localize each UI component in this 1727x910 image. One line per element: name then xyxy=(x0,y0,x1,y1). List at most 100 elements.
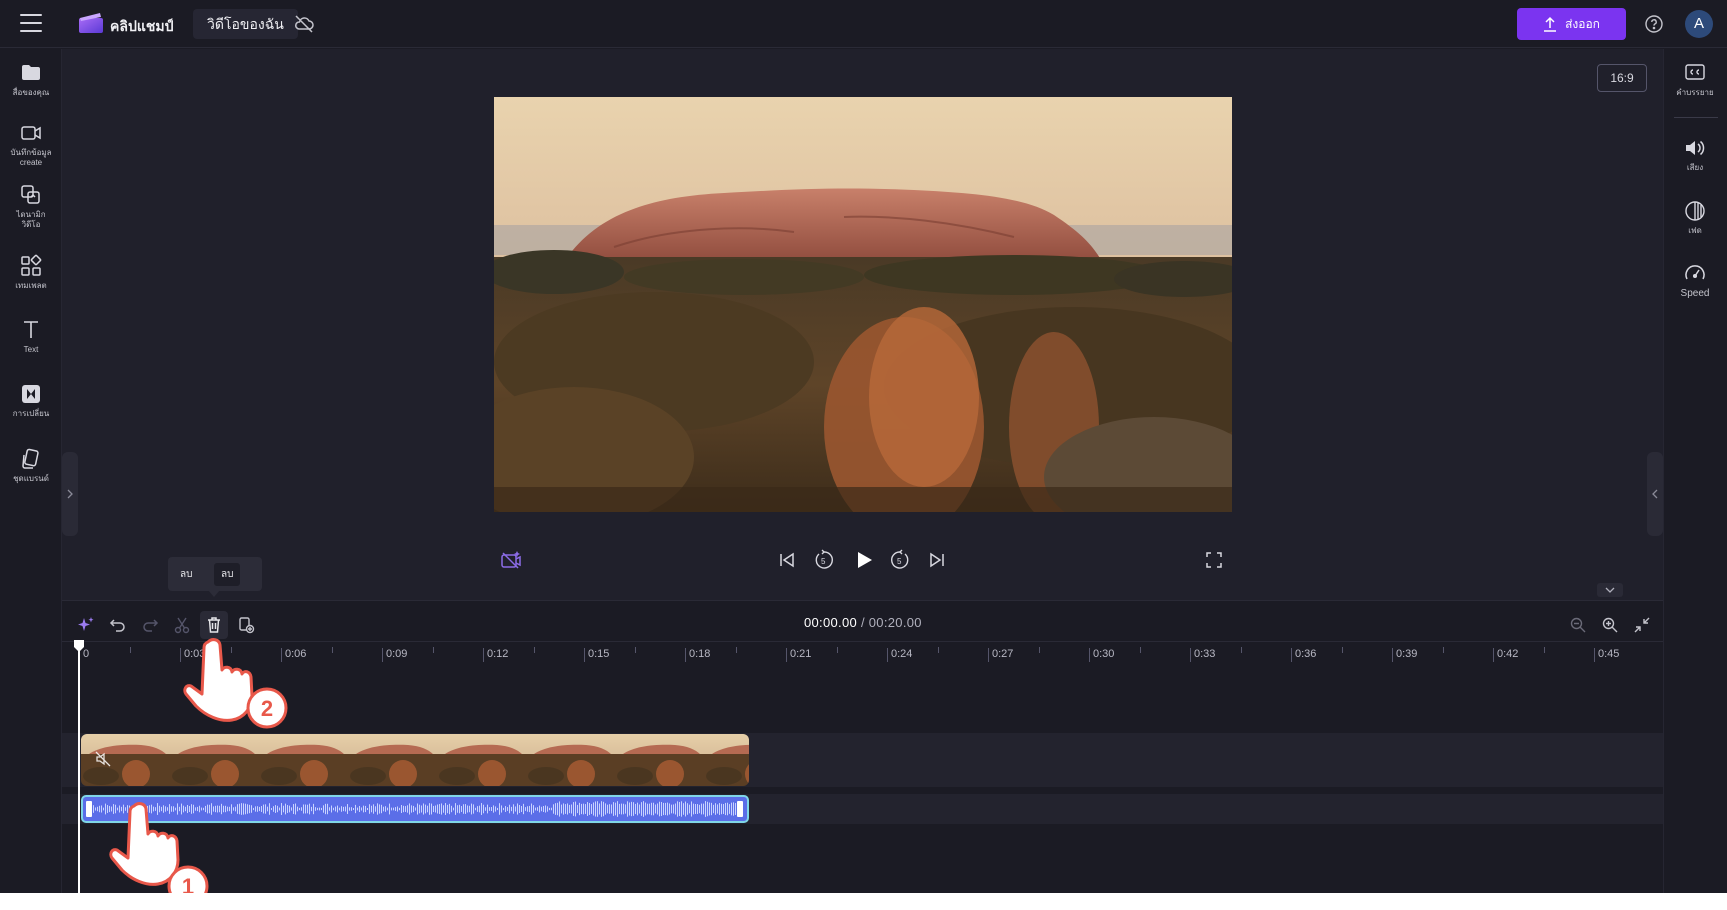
waveform-bar xyxy=(473,804,474,814)
waveform-bar xyxy=(657,803,658,815)
trash-icon xyxy=(208,617,220,633)
waveform-bar xyxy=(269,803,270,815)
waveform-bar xyxy=(305,804,306,814)
zoom-out-button[interactable] xyxy=(1564,611,1592,639)
right-item-fade[interactable]: เฟด xyxy=(1664,199,1726,236)
waveform-bar xyxy=(535,807,536,811)
audio-trim-handle-left[interactable] xyxy=(86,801,92,817)
magic-camera-icon[interactable] xyxy=(500,549,522,571)
sidebar-item-brand-kit[interactable]: ชุดแบรนด์ xyxy=(0,447,62,484)
fit-timeline-button[interactable] xyxy=(1628,611,1656,639)
sidebar-item-transitions[interactable]: การเปลี่ยน xyxy=(0,382,62,419)
waveform-bar xyxy=(457,805,458,813)
forward-5s-icon[interactable]: 5 xyxy=(889,549,911,571)
ruler-tick-label: 0:24 xyxy=(887,648,912,662)
ruler-minor-tick xyxy=(1341,647,1343,653)
waveform-bar xyxy=(651,802,652,816)
waveform-bar xyxy=(641,802,642,816)
sidebar-item-your-media[interactable]: สื่อของคุณ xyxy=(0,61,62,98)
sidebar-item-templates[interactable]: เทมเพลต xyxy=(0,254,62,291)
tooltip-arrow xyxy=(208,590,220,597)
waveform-bar xyxy=(495,806,496,812)
right-sidebar-divider xyxy=(1674,117,1718,118)
sidebar-item-record-create[interactable]: บันทึกข้อมูล create xyxy=(0,121,62,168)
tooltip-shortcut: ลบ xyxy=(214,563,241,586)
ruler-minor-tick xyxy=(129,647,131,653)
waveform-bar xyxy=(415,807,416,811)
right-item-audio[interactable]: เสียง xyxy=(1664,136,1726,173)
rewind-5s-icon[interactable]: 5 xyxy=(813,549,835,571)
waveform-bar xyxy=(343,806,344,812)
audio-trim-handle-right[interactable] xyxy=(737,801,743,817)
waveform-bar xyxy=(569,804,570,814)
right-item-label: Speed xyxy=(1680,288,1710,299)
camera-icon xyxy=(21,126,41,140)
pointer-hand-step-1: 1 xyxy=(109,802,209,893)
cloud-offline-icon[interactable] xyxy=(293,13,315,35)
waveform-bar xyxy=(233,807,234,811)
right-item-speed[interactable]: Speed xyxy=(1664,262,1726,299)
duplicate-button[interactable] xyxy=(232,611,260,639)
waveform-bar xyxy=(475,807,476,811)
right-item-captions[interactable]: คำบรรยาย xyxy=(1664,61,1726,98)
undo-button[interactable] xyxy=(104,611,132,639)
collapse-timeline-icon[interactable] xyxy=(1597,583,1623,597)
playhead-handle[interactable] xyxy=(73,639,85,653)
left-panel-toggle[interactable] xyxy=(62,452,78,536)
sidebar-item-text[interactable]: Text xyxy=(0,318,62,355)
ai-magic-button[interactable] xyxy=(72,611,100,639)
waveform-bar xyxy=(243,803,244,815)
waveform-bar xyxy=(97,806,98,812)
waveform-bar xyxy=(691,801,692,817)
menu-icon[interactable] xyxy=(20,14,42,32)
waveform-bar xyxy=(361,807,362,811)
waveform-bar xyxy=(223,805,224,813)
play-icon[interactable] xyxy=(853,549,875,571)
sidebar-label: Text xyxy=(23,345,39,354)
waveform-bar xyxy=(221,803,222,815)
waveform-bar xyxy=(397,806,398,812)
waveform-bar xyxy=(333,807,334,811)
waveform-bar xyxy=(451,805,452,813)
waveform-bar xyxy=(369,804,370,814)
sidebar-item-dynamic-video[interactable]: ไดนามิก วิดีโอ xyxy=(0,183,62,230)
project-title[interactable]: วิดีโอของฉัน xyxy=(193,9,298,39)
aspect-ratio-button[interactable]: 16:9 xyxy=(1597,64,1647,92)
export-button[interactable]: ส่งออก xyxy=(1517,8,1626,40)
delete-button[interactable] xyxy=(200,611,228,639)
waveform-bar xyxy=(549,807,550,811)
top-bar: คลิปแชมป์ วิดีโอของฉัน ส่งออก A xyxy=(0,0,1727,48)
templates-icon xyxy=(21,185,40,204)
waveform-bar xyxy=(593,802,594,816)
waveform-bar xyxy=(235,806,236,812)
timeline-ruler[interactable]: 0 0:03 0:06 0:09 0:12 0:15 0:18 0:21 0:24 0:27 0:3… xyxy=(62,641,1663,663)
waveform-bar xyxy=(345,806,346,812)
waveform-bar xyxy=(639,804,640,814)
split-button[interactable] xyxy=(168,611,196,639)
waveform-bar xyxy=(571,804,572,814)
skip-to-end-icon[interactable] xyxy=(928,551,946,569)
right-panel-toggle[interactable] xyxy=(1647,452,1663,536)
waveform-bar xyxy=(577,804,578,814)
video-clip[interactable] xyxy=(81,734,749,786)
fullscreen-icon[interactable] xyxy=(1205,551,1223,569)
waveform-bar xyxy=(463,804,464,814)
brand-kit-icon xyxy=(22,448,39,469)
waveform-bar xyxy=(557,802,558,816)
waveform-bar xyxy=(313,803,314,815)
help-icon[interactable] xyxy=(1643,13,1665,35)
waveform-bar xyxy=(265,804,266,814)
skip-to-start-icon[interactable] xyxy=(778,551,796,569)
waveform-bar xyxy=(321,807,322,811)
waveform-bar xyxy=(709,802,710,816)
waveform-bar xyxy=(263,804,264,814)
zoom-in-button[interactable] xyxy=(1596,611,1624,639)
waveform-bar xyxy=(247,804,248,814)
ruler-tick-label: 0:15 xyxy=(584,648,609,662)
muted-icon[interactable] xyxy=(95,751,111,767)
waveform-bar xyxy=(731,802,732,816)
waveform-bar xyxy=(455,803,456,815)
avatar[interactable]: A xyxy=(1685,10,1713,38)
waveform-bar xyxy=(465,804,466,814)
redo-button[interactable] xyxy=(136,611,164,639)
